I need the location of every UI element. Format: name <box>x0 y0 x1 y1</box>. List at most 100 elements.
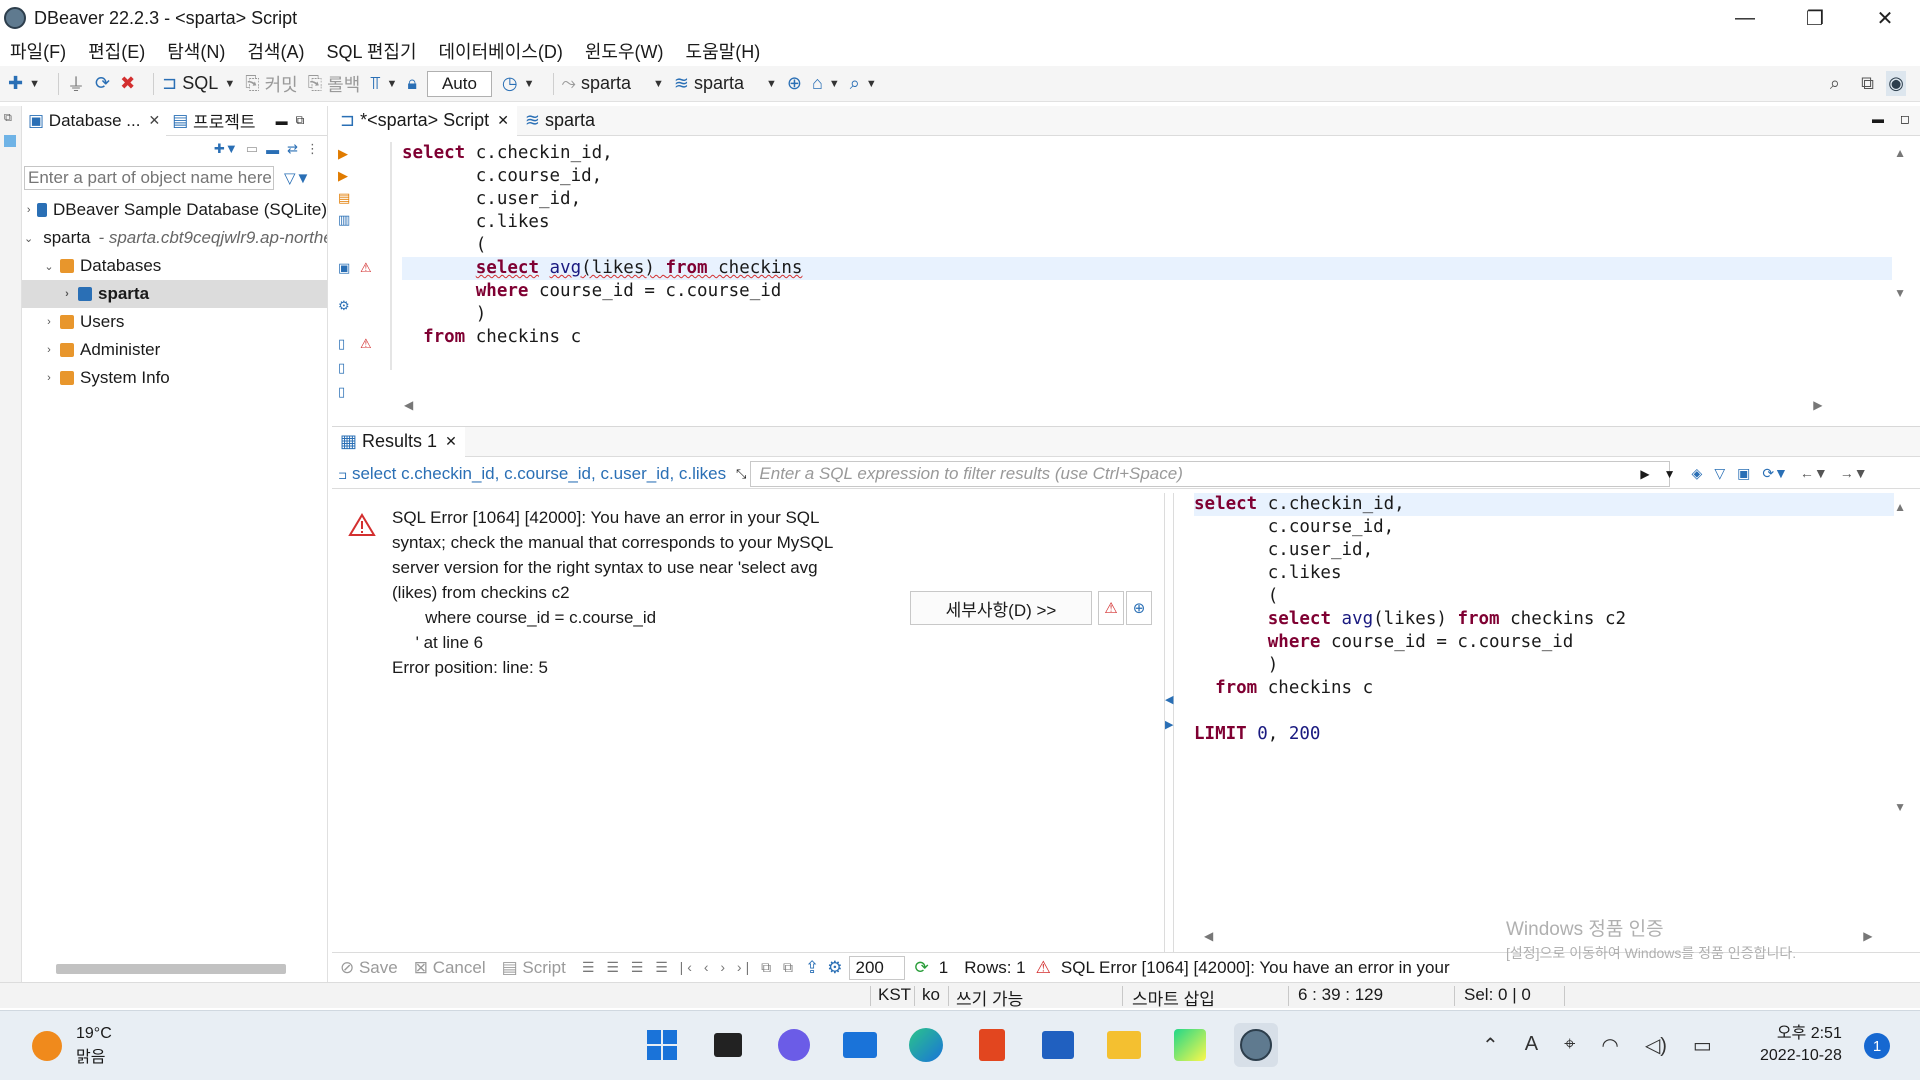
menu-help[interactable]: 도움말(H) <box>686 38 761 64</box>
tab-results-1[interactable]: ▦ Results 1 ✕ <box>332 426 465 457</box>
invalidate-button[interactable]: ⟳ <box>95 73 110 94</box>
transaction-mode-button[interactable]: ⫪ ▼ <box>370 73 397 94</box>
auto-commit-selector[interactable]: Auto <box>426 70 492 97</box>
forward-icon[interactable]: →▼ <box>1840 465 1868 482</box>
chevron-down-icon[interactable]: ⌄ <box>24 232 33 245</box>
new-folder-icon[interactable]: ▭ <box>246 141 258 157</box>
export-icon[interactable]: ⇪ <box>805 958 819 978</box>
new-connection-button[interactable]: ✚ ▼ <box>8 73 40 94</box>
maximize-button[interactable]: ❐ <box>1780 0 1850 36</box>
dbeaver-perspective-button[interactable]: ◉ <box>1886 71 1906 96</box>
pycharm-button[interactable] <box>1168 1023 1212 1067</box>
task-view-button[interactable] <box>706 1023 750 1067</box>
fetch-settings-icon[interactable]: ⚙ <box>827 958 842 978</box>
tab-sparta-database[interactable]: ≋ sparta <box>517 106 603 136</box>
explain-icon[interactable]: ▤ <box>338 190 350 206</box>
tree-item[interactable]: ⌄ Databases <box>22 252 327 280</box>
mail-button[interactable] <box>838 1023 882 1067</box>
tree-item[interactable]: › DBeaver Sample Database (SQLite) <box>22 196 327 224</box>
navigator-filter-input[interactable] <box>24 166 274 190</box>
connect-button[interactable]: ⏚ <box>67 71 85 97</box>
connection-tools-button[interactable]: ⊕ <box>787 73 802 94</box>
chevron-right-icon[interactable]: › <box>42 316 56 328</box>
chat-button[interactable] <box>772 1023 816 1067</box>
search-solution-button[interactable]: ⊕ <box>1126 591 1152 625</box>
settings-icon[interactable]: ⚙ <box>338 298 350 314</box>
store-button[interactable] <box>1036 1023 1080 1067</box>
refresh-icon[interactable]: ⟳ <box>915 958 929 978</box>
tree-item[interactable]: › Administer <box>22 336 327 364</box>
schema-selector[interactable]: ≋ sparta ▼ <box>674 73 777 94</box>
collapse-all-icon[interactable]: ▬ <box>266 142 279 157</box>
menu-window[interactable]: 윈도우(W) <box>585 38 664 64</box>
disconnect-button[interactable]: ✖ <box>120 73 135 94</box>
error-log-button[interactable]: ⚠ <box>1098 591 1124 625</box>
history-button[interactable]: ◷ ▼ <box>502 73 535 94</box>
editor-horizontal-scrollbar[interactable]: ◀ ▶ <box>404 398 1822 412</box>
minimize-panel-icon[interactable]: ▬ <box>276 114 288 128</box>
close-button[interactable]: ✕ <box>1850 0 1920 36</box>
output-icon[interactable]: ▣ <box>338 260 350 276</box>
battery-icon[interactable]: ▭ <box>1693 1033 1712 1058</box>
editor-vertical-scrollbar[interactable]: ▲ ▼ <box>1894 146 1906 300</box>
tree-item[interactable]: › sparta <box>22 280 327 308</box>
details-button[interactable]: 세부사항(D) >> <box>910 591 1092 625</box>
rollback-button[interactable]: ⎘ 롤백 <box>308 71 361 97</box>
navigator-horizontal-scrollbar[interactable] <box>56 964 286 974</box>
menu-edit[interactable]: 편집(E) <box>88 38 145 64</box>
tab-sparta-script[interactable]: ⊐ *<sparta> Script ✕ <box>332 105 517 136</box>
menu-file[interactable]: 파일(F) <box>10 38 66 64</box>
edge-button[interactable] <box>904 1023 948 1067</box>
tree-item[interactable]: › System Info <box>22 364 327 392</box>
load-script-icon[interactable]: ▯ <box>338 360 345 376</box>
menu-database[interactable]: 데이터베이스(D) <box>439 38 563 64</box>
cancel-results-button[interactable]: ⊠ Cancel <box>414 958 486 978</box>
execute-script-icon[interactable]: ▶ <box>338 168 348 184</box>
menu-navigate[interactable]: 탐색(N) <box>167 38 225 64</box>
commit-button[interactable]: ⎘ 커밋 <box>245 71 298 97</box>
row-navigation-icons[interactable]: ☰ ☰ ☰ ☰ |‹ ‹ › ›| ⧉ ⧉ <box>582 959 797 976</box>
chevron-up-icon[interactable]: ⌃ <box>1482 1033 1499 1058</box>
perspective-open-button[interactable]: ⧉ <box>1861 73 1874 94</box>
save-filter-icon[interactable]: ▣ <box>1737 465 1750 482</box>
lock-button[interactable]: 🔒︎ <box>407 73 417 94</box>
expand-icon[interactable]: ⤡ <box>736 466 746 482</box>
filter-apply-icon[interactable]: ▶ <box>1640 467 1649 481</box>
filter-funnel-icon[interactable]: ▽▼ <box>284 169 310 187</box>
chevron-right-icon[interactable]: › <box>60 288 74 300</box>
notification-badge[interactable]: 1 <box>1864 1033 1890 1059</box>
save-script-icon[interactable]: ▯ <box>338 384 345 400</box>
tab-database-navigator[interactable]: ▣ Database ... ✕ <box>22 105 167 136</box>
restore-icon[interactable]: ⧉ <box>4 112 21 125</box>
refresh-filter-icon[interactable]: ⟳▼ <box>1762 465 1788 482</box>
new-script-icon[interactable]: ▯ <box>338 336 345 352</box>
find-button[interactable]: ⌕ ▼ <box>850 73 877 94</box>
load-plan-icon[interactable]: ▥ <box>338 212 350 228</box>
volume-icon[interactable]: ◁) <box>1645 1033 1667 1058</box>
new-connection-icon[interactable]: ✚▼ <box>214 141 238 157</box>
execute-statement-icon[interactable]: ▶ <box>338 146 348 162</box>
filter-icon[interactable]: ▽ <box>1714 465 1725 482</box>
close-icon[interactable]: ✕ <box>148 112 160 129</box>
tab-projects[interactable]: ▤ 프로젝트 <box>166 106 261 136</box>
ime-icon[interactable]: A <box>1525 1033 1538 1058</box>
link-editor-icon[interactable]: ⇄ <box>287 141 298 157</box>
global-search-button[interactable]: ⌕ <box>1830 73 1840 94</box>
datasource-selector[interactable]: ⤳ sparta ▼ <box>562 73 664 94</box>
tree-item[interactable]: ⌄ sparta - sparta.cbt9ceqjwlr9.ap-northeas… <box>22 224 327 252</box>
chevron-right-icon[interactable]: › <box>24 204 33 216</box>
sql-pane-vertical-scrollbar[interactable]: ▲ ▼ <box>1894 497 1906 817</box>
filter-history-icon[interactable]: ▼ <box>1664 467 1676 481</box>
sql-editor-button[interactable]: ⊐ SQL ▼ <box>162 73 235 94</box>
result-filter-input[interactable]: Enter a SQL expression to filter results… <box>750 460 1671 487</box>
menu-sql-editor[interactable]: SQL 편집기 <box>326 38 416 64</box>
weather-widget[interactable]: 19°C 맑음 <box>32 1025 112 1067</box>
close-icon[interactable]: ✕ <box>497 112 509 129</box>
task-button[interactable]: ⌂ ▼ <box>812 73 840 94</box>
script-results-button[interactable]: ▤ Script <box>502 958 566 978</box>
file-explorer-button[interactable] <box>1102 1023 1146 1067</box>
maximize-editor-icon[interactable]: ◻ <box>1900 112 1910 126</box>
menu-search[interactable]: 검색(A) <box>247 38 304 64</box>
wifi-icon[interactable]: ◠ <box>1601 1033 1618 1058</box>
eraser-icon[interactable]: ◈ <box>1692 465 1703 482</box>
